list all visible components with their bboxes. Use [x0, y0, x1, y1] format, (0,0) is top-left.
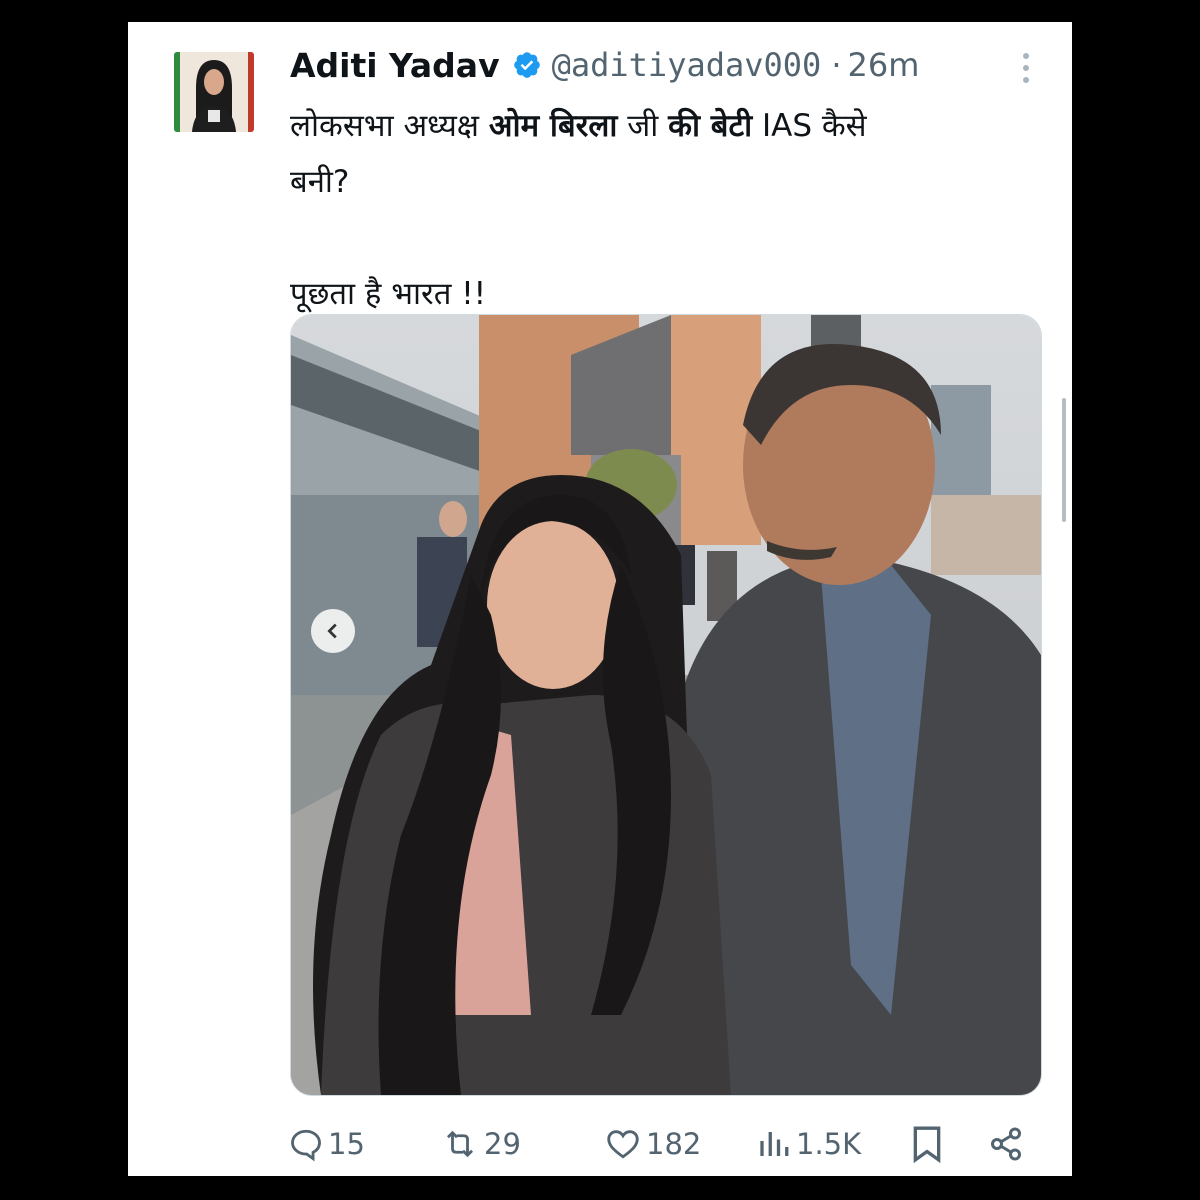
scrollbar[interactable] [1062, 398, 1066, 522]
author-name[interactable]: Aditi Yadav [290, 46, 500, 85]
heart-icon [607, 1130, 639, 1159]
like-button[interactable]: 182 [604, 1114, 701, 1174]
text-segment: लोकसभा अध्यक्ष [290, 108, 489, 144]
avatar[interactable] [174, 52, 254, 132]
views-count: 1.5K [796, 1127, 862, 1161]
reply-icon [291, 1129, 321, 1162]
repost-icon [446, 1130, 474, 1158]
tweet-photo[interactable] [290, 314, 1042, 1096]
text-bold-segment: ओम बिरला [488, 108, 618, 144]
chevron-left-icon [327, 623, 337, 639]
reply-button[interactable]: 15 [288, 1114, 365, 1174]
separator-dot: · [831, 46, 842, 84]
text-segment: जी [617, 108, 669, 144]
tweet-text-line2: बनी? [290, 164, 350, 200]
text-bold-segment: की बेटी [668, 108, 753, 144]
photo-illustration [291, 315, 1041, 1095]
previous-photo-button[interactable] [311, 609, 355, 653]
tweet-card: Aditi Yadav @aditiyadav000 · 26m लोकसभा … [128, 22, 1072, 1176]
reply-count: 15 [328, 1127, 365, 1161]
tweet-actions: 15 29 182 1.5K [288, 1114, 1028, 1174]
verified-badge-icon [513, 52, 540, 78]
author-handle[interactable]: @aditiyadav000 [552, 46, 822, 84]
bookmark-icon [913, 1126, 941, 1164]
tweet-header: Aditi Yadav @aditiyadav000 · 26m [290, 40, 1032, 90]
tweet-time[interactable]: 26m [847, 46, 919, 84]
share-button[interactable] [988, 1114, 1028, 1174]
views-chart-icon [760, 1132, 789, 1156]
tweet-text-line1: लोकसभा अध्यक्ष ओम बिरला जी की बेटी IAS क… [290, 98, 1030, 154]
more-options-icon[interactable] [1020, 50, 1032, 86]
tweet-text: लोकसभा अध्यक्ष ओम बिरला जी की बेटी IAS क… [290, 98, 1030, 322]
like-count: 182 [646, 1127, 702, 1161]
views-button[interactable]: 1.5K [756, 1114, 861, 1174]
share-icon [991, 1127, 1021, 1161]
text-segment: IAS कैसे [752, 108, 867, 144]
repost-button[interactable]: 29 [440, 1114, 521, 1174]
repost-count: 29 [484, 1127, 521, 1161]
bookmark-button[interactable] [910, 1114, 948, 1174]
